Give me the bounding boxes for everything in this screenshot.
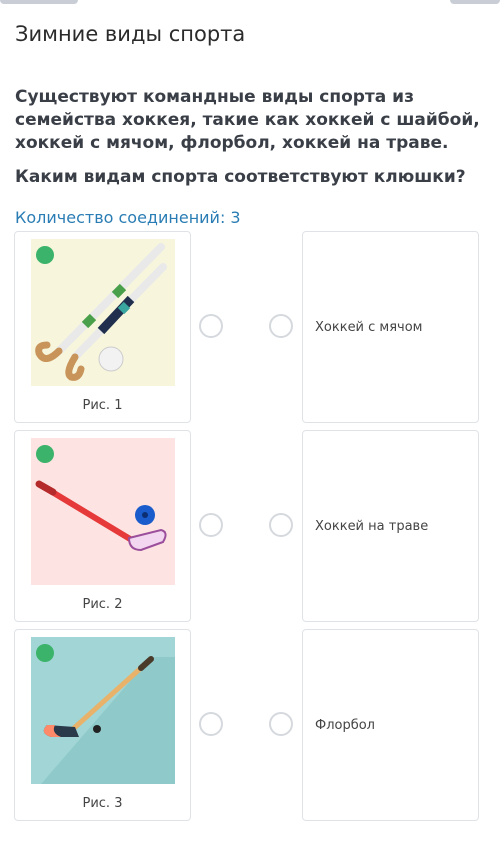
page-title: Зимние виды спорта [15,22,246,46]
field-hockey-sticks-image [31,239,175,386]
ice-hockey-stick-image [31,637,175,784]
option-label-1: Хоккей с мячом [315,319,423,335]
picture-card-2[interactable]: Рис. 2 [14,430,191,622]
picture-card-3[interactable]: Рис. 3 [14,629,191,821]
option-card-2[interactable]: Хоккей на траве [302,430,479,622]
question-prompt: Каким видам спорта соответствуют клюшки? [15,167,466,187]
picture-caption-1: Рис. 1 [82,398,123,413]
floorball-stick-image [31,438,175,585]
question-text: Существуют командные виды спорта из семе… [15,87,480,153]
top-tab-left[interactable] [0,0,78,4]
connections-count: Количество соединений: 3 [15,208,241,227]
picture-connector-1[interactable] [199,314,223,338]
top-tab-right[interactable] [450,0,500,4]
option-card-1[interactable]: Хоккей с мячом [302,231,479,423]
option-connector-2[interactable] [269,513,293,537]
picture-connector-2[interactable] [199,513,223,537]
picture-connector-3[interactable] [199,712,223,736]
picture-caption-2: Рис. 2 [82,597,123,612]
option-label-2: Хоккей на траве [315,518,429,534]
option-connector-1[interactable] [269,314,293,338]
picture-caption-3: Рис. 3 [82,796,123,811]
option-label-3: Флорбол [315,717,375,733]
option-connector-3[interactable] [269,712,293,736]
picture-card-1[interactable]: Рис. 1 [14,231,191,423]
option-card-3[interactable]: Флорбол [302,629,479,821]
